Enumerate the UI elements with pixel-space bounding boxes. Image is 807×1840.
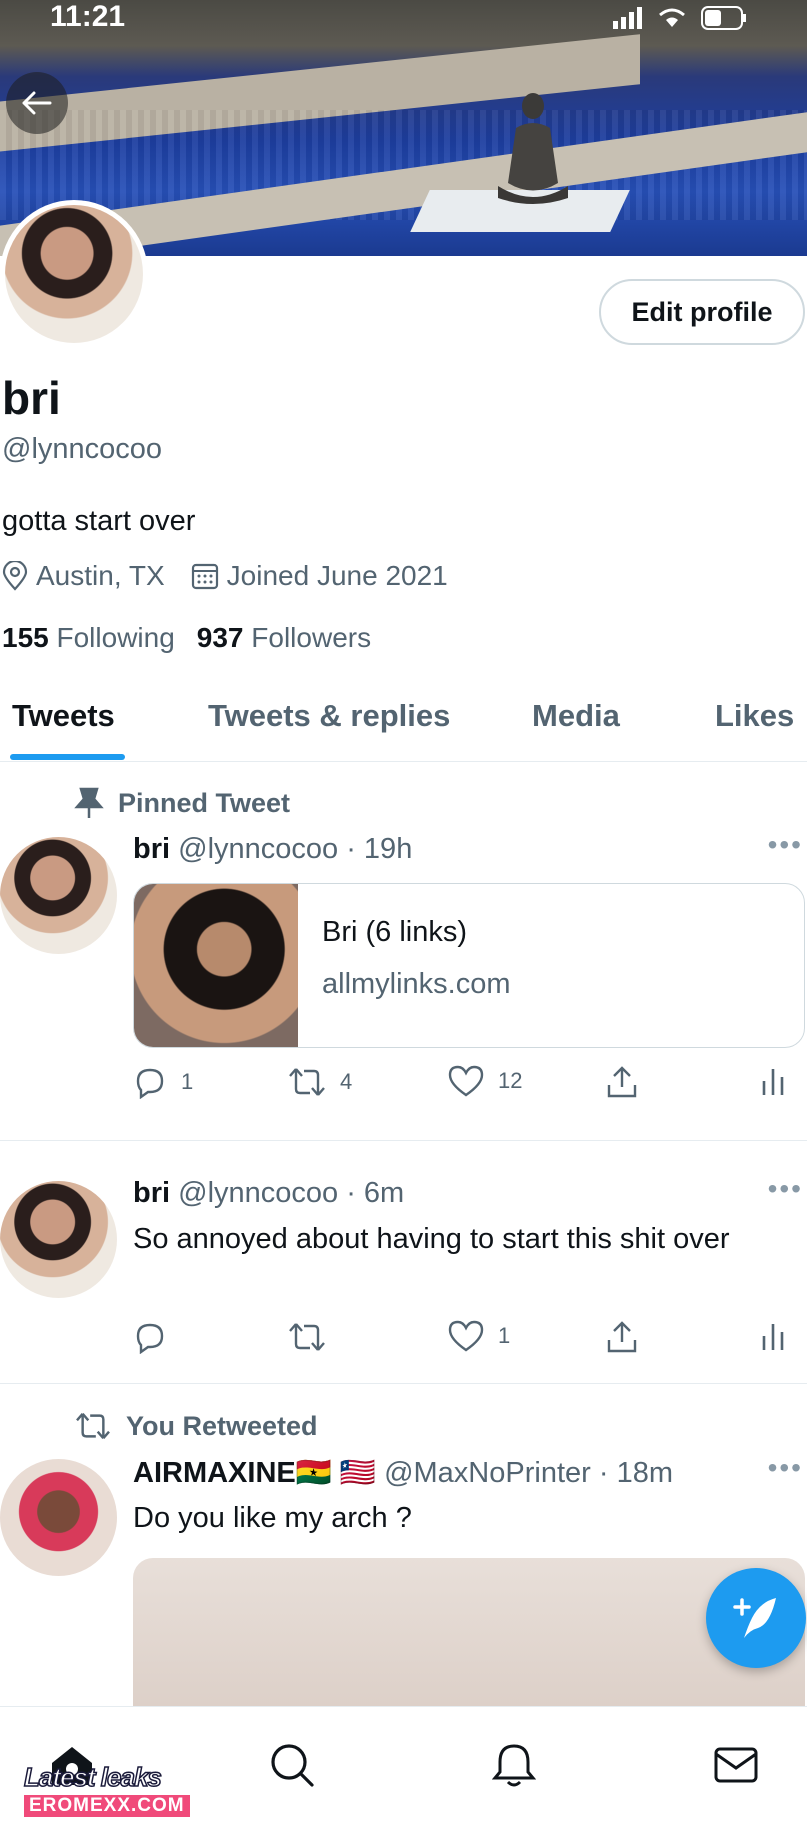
tweet-time: · 18m: [598, 1457, 673, 1489]
profile-handle: @lynncocoo: [2, 433, 163, 465]
link-card-title: Bri (6 links): [322, 916, 468, 948]
nav-search[interactable]: [262, 1735, 322, 1795]
like-button[interactable]: 12: [448, 1065, 522, 1097]
tweet-actions: 1 4 12: [133, 1065, 793, 1105]
edit-profile-button[interactable]: Edit profile: [599, 279, 805, 345]
reply-button[interactable]: [133, 1320, 181, 1354]
retweet-button[interactable]: 4: [288, 1065, 352, 1099]
back-button[interactable]: [6, 72, 68, 134]
like-icon: [448, 1065, 484, 1097]
tweet-header: bri @lynncocoo · 19h: [133, 833, 412, 866]
tweet-text: So annoyed about having to start this sh…: [133, 1223, 730, 1255]
reply-button[interactable]: 1: [133, 1065, 193, 1099]
tweet-header: AIRMAXINE🇬🇭 🇱🇷 @MaxNoPrinter · 18m: [133, 1456, 673, 1490]
location-icon: [2, 561, 28, 591]
nav-notifications[interactable]: [484, 1735, 544, 1795]
retweet-icon: [289, 1323, 325, 1351]
active-tab-indicator: [10, 754, 125, 760]
tab-media[interactable]: Media: [532, 698, 620, 734]
tweet-author-name[interactable]: bri: [133, 833, 170, 865]
tweet-media-image[interactable]: [133, 1558, 805, 1718]
mail-icon: [714, 1747, 758, 1783]
tweet-item[interactable]: bri @lynncocoo · 6m ••• So annoyed about…: [0, 1141, 807, 1384]
link-card[interactable]: Bri (6 links) allmylinks.com: [133, 883, 805, 1048]
tweet-time: · 19h: [346, 833, 413, 865]
status-time: 11:21: [50, 0, 126, 33]
tab-likes[interactable]: Likes: [715, 698, 794, 734]
profile-bio: gotta start over: [2, 505, 196, 537]
reply-icon: [136, 1068, 164, 1099]
profile-avatar[interactable]: [0, 200, 148, 348]
analytics-button[interactable]: [761, 1320, 785, 1352]
share-button[interactable]: [605, 1320, 639, 1354]
tweet-author-name[interactable]: AIRMAXINE🇬🇭 🇱🇷: [133, 1457, 376, 1489]
following-link[interactable]: 155 Following: [2, 622, 175, 654]
compose-icon: [733, 1598, 776, 1638]
watermark: Latest leaks EROMEXX.COM: [23, 1761, 190, 1817]
tweet-header: bri @lynncocoo · 6m: [133, 1177, 404, 1210]
status-icons: [613, 6, 747, 30]
profile-location: Austin, TX: [2, 560, 165, 592]
tweet-actions: 1: [133, 1320, 793, 1360]
tweet-avatar[interactable]: [0, 1181, 117, 1298]
tweet-text: Do you like my arch ?: [133, 1502, 412, 1534]
tweet-more-icon[interactable]: •••: [768, 1173, 803, 1205]
pin-icon: [74, 787, 104, 818]
pinned-label: Pinned Tweet: [74, 787, 290, 819]
analytics-icon: [762, 1069, 784, 1095]
profile-stats: 155 Following 937 Followers: [2, 622, 371, 654]
share-button[interactable]: [605, 1065, 639, 1099]
reply-icon: [136, 1323, 164, 1354]
signal-icon: [613, 7, 642, 29]
tweet-more-icon[interactable]: •••: [768, 1452, 803, 1484]
tab-tweets-replies[interactable]: Tweets & replies: [208, 698, 450, 734]
battery-icon: [701, 6, 746, 30]
tweet-time: · 6m: [346, 1177, 405, 1209]
like-button[interactable]: 1: [448, 1320, 510, 1352]
tweet-more-icon[interactable]: •••: [768, 829, 803, 861]
tweet-author-handle[interactable]: @lynncocoo: [178, 1177, 338, 1209]
tab-tweets[interactable]: Tweets: [12, 698, 115, 734]
retweet-icon: [289, 1068, 325, 1096]
tweet-retweeted[interactable]: You Retweeted AIRMAXINE🇬🇭 🇱🇷 @MaxNoPrint…: [0, 1384, 807, 1718]
wifi-icon: [659, 8, 685, 27]
tweet-avatar[interactable]: [0, 837, 117, 954]
tweet-author-handle[interactable]: @lynncocoo: [178, 833, 338, 865]
calendar-icon: [191, 563, 218, 590]
tweet-pinned[interactable]: Pinned Tweet bri @lynncocoo · 19h ••• Br…: [0, 763, 807, 1141]
compose-button[interactable]: [706, 1568, 806, 1668]
retweet-icon: [76, 1412, 110, 1440]
tweet-avatar[interactable]: [0, 1459, 117, 1576]
tweet-author-handle[interactable]: @MaxNoPrinter: [384, 1457, 591, 1489]
profile-name: bri: [2, 372, 61, 424]
analytics-icon: [762, 1324, 784, 1350]
statue-image: [498, 93, 568, 204]
share-icon: [607, 1321, 637, 1353]
back-arrow-icon: [22, 91, 52, 115]
followers-link[interactable]: 937 Followers: [197, 622, 371, 654]
retweeted-label: You Retweeted: [74, 1410, 318, 1442]
nav-messages[interactable]: [706, 1735, 766, 1795]
profile-tabs: Tweets Tweets & replies Media Likes: [0, 680, 807, 762]
profile-joined: Joined June 2021: [191, 560, 448, 592]
location-text: Austin, TX: [36, 560, 165, 591]
analytics-button[interactable]: [761, 1065, 785, 1097]
bell-icon: [492, 1744, 536, 1787]
link-card-url: allmylinks.com: [322, 968, 511, 1000]
tweet-author-name[interactable]: bri: [133, 1177, 170, 1209]
share-icon: [607, 1066, 637, 1098]
retweet-button[interactable]: [288, 1320, 340, 1354]
link-card-image: [134, 884, 298, 1047]
like-icon: [448, 1320, 484, 1352]
search-icon: [271, 1744, 314, 1787]
joined-text: Joined June 2021: [226, 560, 448, 591]
profile-meta: Austin, TX Joined June 2021: [2, 560, 474, 592]
